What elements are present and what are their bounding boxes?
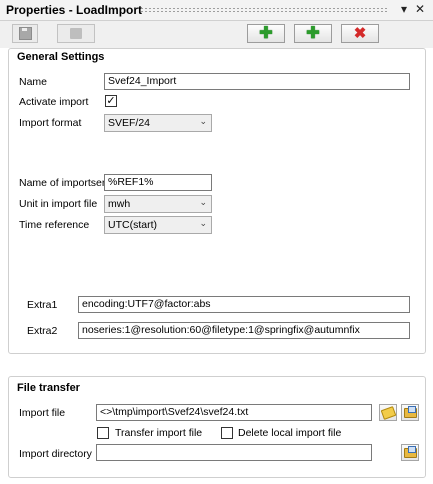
- import-series-field[interactable]: %REF1%: [104, 174, 212, 191]
- unit-select[interactable]: mwh ⌄: [104, 195, 212, 213]
- import-directory-field[interactable]: [96, 444, 372, 461]
- extra1-field[interactable]: encoding:UTF7@factor:abs: [78, 296, 410, 313]
- add-button[interactable]: ✚: [294, 24, 332, 43]
- close-icon[interactable]: ✕: [415, 2, 425, 16]
- import-format-label: Import format: [19, 117, 82, 129]
- copy-button[interactable]: [57, 24, 95, 43]
- chevron-down-icon: ⌄: [199, 116, 207, 126]
- delete-local-checkbox[interactable]: [221, 427, 233, 439]
- name-label: Name: [19, 76, 48, 88]
- name-field[interactable]: Svef24_Import: [104, 73, 410, 90]
- title-grip[interactable]: [140, 7, 387, 12]
- time-reference-select[interactable]: UTC(start) ⌄: [104, 216, 212, 234]
- window-title: Properties - LoadImport: [6, 3, 143, 17]
- edit-file-button[interactable]: [379, 404, 397, 421]
- save-button[interactable]: [12, 24, 38, 43]
- dropdown-icon[interactable]: ▾: [401, 2, 407, 16]
- import-directory-label: Import directory: [19, 448, 92, 460]
- extra2-label: Extra2: [27, 325, 58, 337]
- toolbar: ✚ ✚ ✖: [0, 21, 433, 48]
- delete-local-label: Delete local import file: [238, 427, 342, 439]
- import-series-label: Name of importserie: [19, 177, 114, 189]
- file-transfer-panel: File transfer Import file <>\tmp\import\…: [8, 376, 426, 478]
- add-copy-button[interactable]: ✚: [247, 24, 285, 43]
- unit-value: mwh: [108, 198, 131, 210]
- time-reference-value: UTC(start): [108, 219, 157, 231]
- chevron-down-icon: ⌄: [199, 218, 207, 228]
- transfer-import-label: Transfer import file: [115, 427, 203, 439]
- file-transfer-title: File transfer: [17, 382, 80, 394]
- general-settings-title: General Settings: [17, 51, 105, 63]
- extra1-label: Extra1: [27, 299, 58, 311]
- copy-icon: [70, 28, 82, 39]
- delete-button[interactable]: ✖: [341, 24, 379, 43]
- import-format-select[interactable]: SVEF/24 ⌄: [104, 114, 212, 132]
- chevron-down-icon: ⌄: [199, 197, 207, 207]
- transfer-import-checkbox[interactable]: [97, 427, 109, 439]
- folder-icon: [403, 445, 417, 458]
- pencil-icon: [380, 405, 396, 420]
- import-format-value: SVEF/24: [108, 117, 151, 129]
- unit-label: Unit in import file: [19, 198, 98, 210]
- title-bar: Properties - LoadImport ▾ ✕: [0, 0, 433, 21]
- activate-import-checkbox[interactable]: ✓: [105, 95, 117, 107]
- import-file-label: Import file: [19, 407, 66, 419]
- delete-icon: ✖: [353, 25, 367, 42]
- browse-file-button[interactable]: [401, 404, 419, 421]
- general-settings-panel: General Settings Name Svef24_Import Acti…: [8, 48, 426, 354]
- add-icon: ✚: [306, 24, 320, 42]
- folder-icon: [403, 405, 417, 418]
- save-icon: [18, 27, 32, 40]
- time-reference-label: Time reference: [19, 219, 90, 231]
- activate-import-label: Activate import: [19, 96, 89, 108]
- extra2-field[interactable]: noseries:1@resolution:60@filetype:1@spri…: [78, 322, 410, 339]
- import-file-field[interactable]: <>\tmp\import\Svef24\svef24.txt: [96, 404, 372, 421]
- add-copy-icon: ✚: [259, 24, 273, 42]
- browse-directory-button[interactable]: [401, 444, 419, 461]
